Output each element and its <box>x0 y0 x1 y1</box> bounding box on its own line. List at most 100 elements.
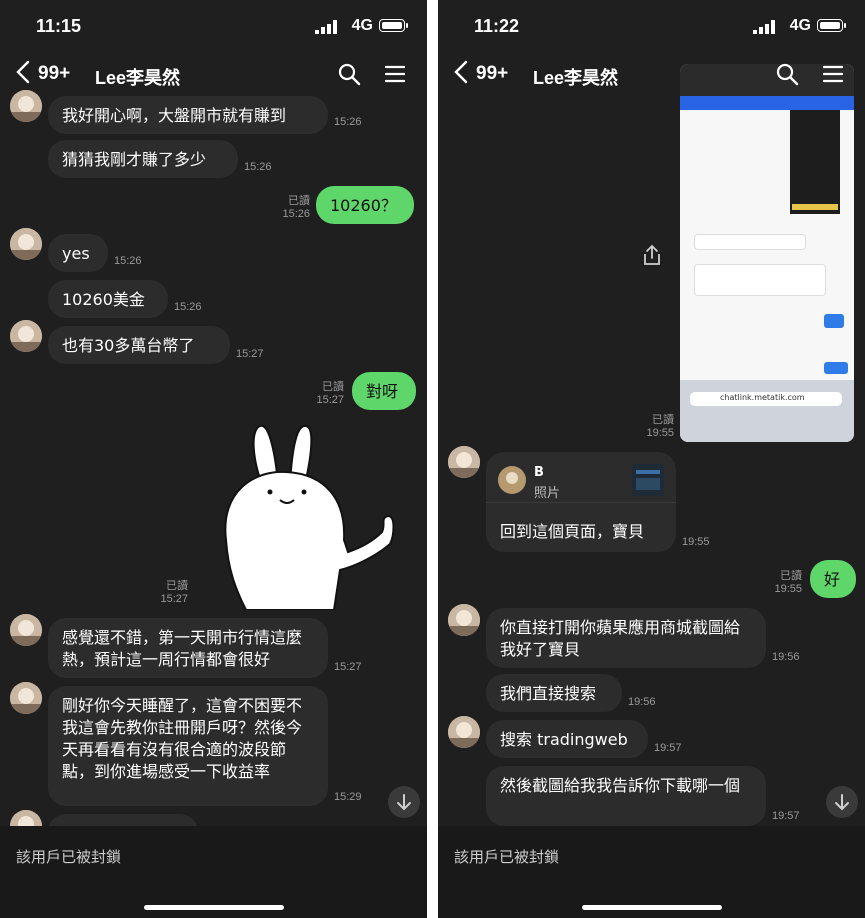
right-phone-screen: 11:22 4G chatlink.metatik.com 已讀 19:55 9… <box>438 0 865 918</box>
message-text: 感覺還不錯，第一天開市行情這麼熱，預計這一周行情都會很好 <box>62 628 303 669</box>
image-chat-bubble <box>694 264 826 296</box>
message-text: 我好開心啊，大盤開市就有賺到 <box>62 106 287 125</box>
contact-avatar[interactable] <box>448 716 480 748</box>
message-bubble[interactable]: 搜索 tradingweb <box>486 720 648 758</box>
shared-photo-card[interactable]: B 照片 回到這個頁面，寶貝 <box>486 452 676 552</box>
contact-avatar[interactable] <box>10 682 42 714</box>
scroll-to-bottom-button[interactable] <box>826 786 858 818</box>
home-indicator <box>581 905 722 910</box>
network-label: 4G <box>351 17 373 34</box>
blocked-footer: 該用戶已被封鎖 <box>438 826 865 918</box>
status-bar: 11:22 4G <box>438 0 865 52</box>
status-bar: 11:15 4G <box>0 0 427 52</box>
message-time: 15:29 <box>334 791 362 803</box>
arrow-down-icon <box>397 794 411 811</box>
message-time: 19:56 <box>772 651 800 663</box>
message-bubble[interactable]: 我好開心啊，大盤開市就有賺到 <box>48 96 328 134</box>
chat-title: Lee李昊然 <box>533 68 619 88</box>
read-receipt: 已讀 <box>780 570 802 582</box>
scroll-to-bottom-button[interactable] <box>388 786 420 818</box>
contact-avatar[interactable] <box>10 228 42 260</box>
read-receipt: 已讀 <box>166 580 188 592</box>
message-time: 19:56 <box>628 696 656 708</box>
message-time: 15:26 <box>334 116 362 128</box>
message-text: 也有30多萬台幣了 <box>62 336 195 355</box>
message-text: 搜索 tradingweb <box>500 730 628 749</box>
contact-avatar[interactable] <box>448 446 480 478</box>
read-receipt: 已讀 <box>322 381 344 393</box>
message-text: yes <box>62 244 90 263</box>
contact-avatar[interactable] <box>10 320 42 352</box>
outgoing-message-bubble[interactable]: 對呀 <box>352 372 416 410</box>
message-bubble[interactable]: 10260美金 <box>48 280 168 318</box>
message-text: 對呀 <box>366 382 399 401</box>
message-time: 19:55 <box>646 427 674 439</box>
message-bubble[interactable]: 然後截圖給我我告訴你下載哪一個 <box>486 766 766 826</box>
message-text: 10260？ <box>330 196 397 215</box>
message-bubble[interactable]: 你直接打開你蘋果應用商城截圖給我好了寶貝 <box>486 608 766 668</box>
message-time: 15:27 <box>160 593 188 605</box>
image-message[interactable]: chatlink.metatik.com <box>680 64 854 442</box>
message-bubble[interactable]: yes <box>48 234 108 272</box>
menu-icon[interactable] <box>823 64 843 84</box>
contact-avatar[interactable] <box>10 90 42 122</box>
message-time: 15:26 <box>244 161 272 173</box>
left-phone-screen: 11:15 4G 99+ Lee李昊然 我好開心啊，大盤開市就有賺到 15:26… <box>0 0 427 918</box>
blocked-notice: 該用戶已被封鎖 <box>16 848 122 866</box>
image-app-bar <box>680 96 854 110</box>
message-time: 19:57 <box>654 742 682 754</box>
blocked-notice: 該用戶已被封鎖 <box>454 848 560 866</box>
chat-title: Lee李昊然 <box>95 68 181 88</box>
signal-icon <box>315 20 337 34</box>
message-text: 好 <box>824 570 841 589</box>
menu-icon[interactable] <box>385 64 405 84</box>
search-icon[interactable] <box>775 62 799 86</box>
message-bubble[interactable]: 也有30多萬台幣了 <box>48 326 230 364</box>
image-address-bar: chatlink.metatik.com <box>690 392 842 406</box>
chat-header: 99+ Lee李昊然 <box>438 52 865 96</box>
back-chevron-icon[interactable] <box>14 60 34 84</box>
message-text: 然後截圖給我我告訴你下載哪一個 <box>500 776 741 795</box>
contact-avatar[interactable] <box>448 604 480 636</box>
status-time: 11:22 <box>474 16 520 36</box>
message-time: 15:27 <box>334 661 362 673</box>
image-send-button <box>824 362 848 374</box>
image-send-button <box>824 314 844 328</box>
arrow-down-icon <box>835 794 849 811</box>
message-text: 剛好你今天睡醒了，這會不困要不我這會先教你註冊開戶呀？然後今天再看看有沒有很合適… <box>62 696 303 781</box>
signal-icon <box>753 20 775 34</box>
message-time: 19:55 <box>774 583 802 595</box>
card-divider <box>486 502 676 503</box>
message-bubble[interactable]: 我們直接搜索 <box>486 674 622 712</box>
network-label: 4G <box>789 17 811 34</box>
card-type-label: 照片 <box>534 486 561 501</box>
message-text: 你直接打開你蘋果應用商城截圖給我好了寶貝 <box>500 618 741 659</box>
message-bubble[interactable]: 猜猜我剛才賺了多少 <box>48 140 238 178</box>
message-time: 15:27 <box>316 394 344 406</box>
sender-avatar <box>498 466 526 494</box>
battery-icon <box>379 19 408 32</box>
back-chevron-icon[interactable] <box>452 60 472 84</box>
search-icon[interactable] <box>337 62 361 86</box>
unread-count-badge[interactable]: 99+ <box>476 63 508 85</box>
message-bubble[interactable]: 感覺還不錯，第一天開市行情這麼熱，預計這一周行情都會很好 <box>48 618 328 678</box>
blocked-footer: 該用戶已被封鎖 <box>0 826 427 918</box>
message-time: 15:26 <box>174 301 202 313</box>
outgoing-message-bubble[interactable]: 好 <box>810 560 856 598</box>
share-icon[interactable] <box>642 244 662 266</box>
rabbit-sticker[interactable] <box>216 420 396 610</box>
message-time: 19:55 <box>682 536 710 548</box>
contact-avatar[interactable] <box>10 614 42 646</box>
card-text: 回到這個頁面，寶貝 <box>500 522 645 541</box>
status-time: 11:15 <box>36 16 82 36</box>
battery-icon <box>817 19 846 32</box>
message-time: 15:26 <box>282 208 310 220</box>
image-url-text: chatlink.metatik.com <box>720 393 805 402</box>
unread-count-badge[interactable]: 99+ <box>38 63 70 85</box>
card-sender-name: B <box>534 465 544 480</box>
message-time: 15:26 <box>114 255 142 267</box>
message-bubble[interactable]: 剛好你今天睡醒了，這會不困要不我這會先教你註冊開戶呀？然後今天再看看有沒有很合適… <box>48 686 328 806</box>
read-receipt: 已讀 <box>652 414 674 426</box>
message-text: 10260美金 <box>62 290 145 309</box>
outgoing-message-bubble[interactable]: 10260？ <box>316 186 414 224</box>
